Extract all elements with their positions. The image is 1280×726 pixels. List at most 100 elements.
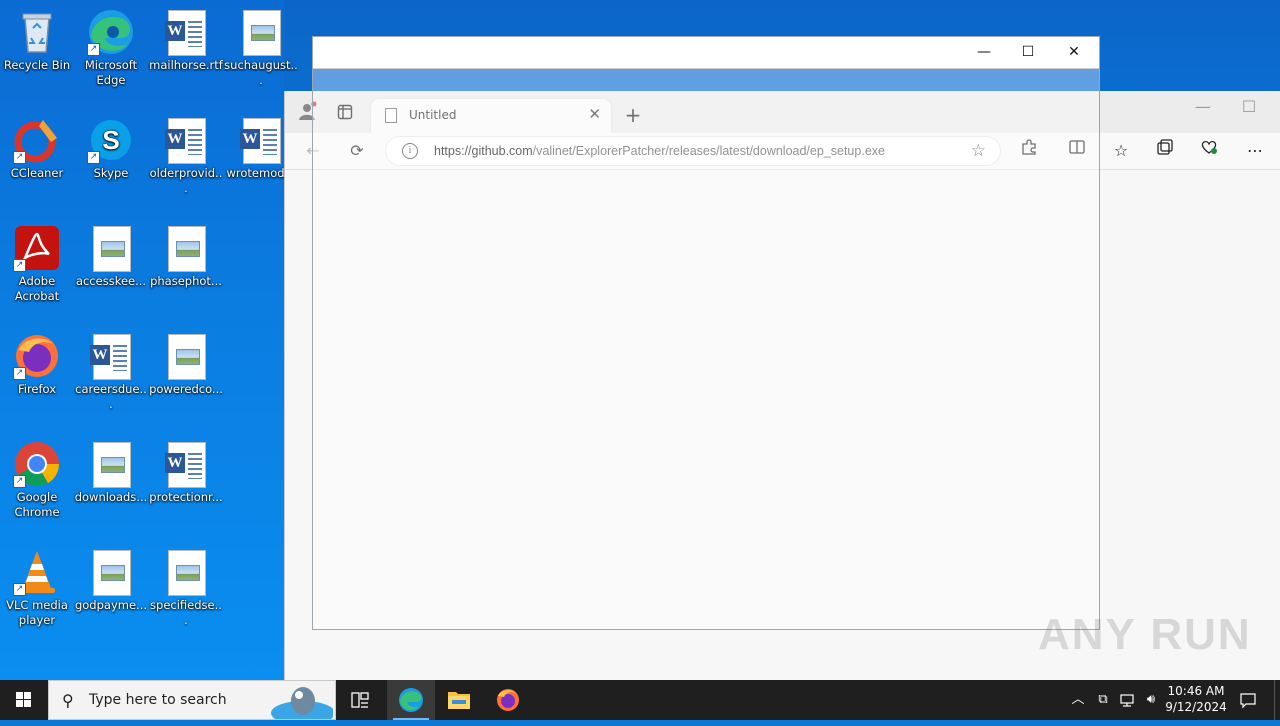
edge-icon: ↗ xyxy=(87,8,135,56)
desktop-icon-adobe-acrobat[interactable]: ↗ Adobe Acrobat xyxy=(0,224,74,304)
search-highlight-image xyxy=(271,687,333,719)
desktop-icon-label: mailhorse.rtf xyxy=(149,58,223,72)
taskbar-edge-button[interactable] xyxy=(387,680,435,720)
minimize-icon[interactable]: — xyxy=(1189,93,1217,121)
taskbar-firefox-button[interactable] xyxy=(484,680,532,720)
folder-icon xyxy=(448,692,470,709)
favorites-icon[interactable]: ☆ xyxy=(1107,137,1135,165)
taskbar-file-explorer-button[interactable] xyxy=(435,680,483,720)
adobe-acrobat-icon: ↗ xyxy=(13,224,61,272)
image-file-icon xyxy=(162,224,210,272)
watermark: ANY RUN xyxy=(1038,610,1252,659)
desktop-icon-label: specifiedse... xyxy=(150,598,222,627)
network-adapter-icon[interactable]: ⧉ xyxy=(1092,680,1114,720)
show-hidden-icons-chevron-icon[interactable]: ︿ xyxy=(1068,680,1088,720)
desktop-icon-label: Firefox xyxy=(17,382,57,396)
image-file-icon xyxy=(162,548,210,596)
desktop-icon-google-chrome[interactable]: ↗ Google Chrome xyxy=(0,440,74,520)
desktop-icon-label: phasephot... xyxy=(150,274,222,288)
clock-time: 10:46 AM xyxy=(1167,684,1225,698)
blank-window: — ☐ ✕ xyxy=(312,36,1100,630)
desktop-icon-label: careersdue... xyxy=(75,382,147,411)
volume-icon[interactable]: 🔊︎ xyxy=(1140,680,1162,720)
search-placeholder: Type here to search xyxy=(89,692,227,708)
desktop-icon-file[interactable]: suchaugust... xyxy=(224,8,298,88)
image-file-icon xyxy=(87,224,135,272)
maximize-icon[interactable]: ☐ xyxy=(1005,37,1051,68)
shortcut-arrow-icon: ↗ xyxy=(13,475,26,488)
collections-icon[interactable] xyxy=(1151,137,1179,165)
desktop-icon-label: CCleaner xyxy=(10,166,64,180)
image-file-icon xyxy=(87,440,135,488)
shortcut-arrow-icon: ↗ xyxy=(13,259,26,272)
desktop-icon-file[interactable]: accesskee... xyxy=(74,224,148,289)
image-file-icon xyxy=(162,332,210,380)
desktop-icon-file[interactable]: specifiedse... xyxy=(149,548,223,628)
desktop-icon-label: Recycle Bin xyxy=(3,58,71,72)
close-icon[interactable]: ✕ xyxy=(1051,37,1097,68)
desktop-icon-file[interactable]: phasephot... xyxy=(149,224,223,289)
desktop-icon-file[interactable]: W mailhorse.rtf xyxy=(149,8,223,73)
desktop-icon-recycle-bin[interactable]: Recycle Bin xyxy=(0,8,74,73)
clock-date: 9/12/2024 xyxy=(1165,700,1227,714)
desktop-icon-label: Adobe Acrobat xyxy=(14,274,60,303)
desktop-icon-firefox[interactable]: ↗ Firefox xyxy=(0,332,74,397)
window-titlebar[interactable]: — ☐ ✕ xyxy=(313,37,1099,69)
browser-essentials-icon[interactable] xyxy=(1195,137,1223,165)
shortcut-arrow-icon: ↗ xyxy=(13,151,26,164)
firefox-icon: ↗ xyxy=(13,332,61,380)
desktop-icon-label: olderprovid... xyxy=(149,166,223,195)
image-file-icon xyxy=(87,548,135,596)
show-desktop-button[interactable] xyxy=(1274,680,1280,720)
shortcut-arrow-icon: ↗ xyxy=(87,43,100,56)
desktop-icon-label: Microsoft Edge xyxy=(84,58,138,87)
windows-logo-icon xyxy=(16,692,31,707)
desktop-icon-label: Google Chrome xyxy=(14,490,60,519)
notifications-icon[interactable] xyxy=(1236,680,1260,720)
desktop-icon-label: suchaugust... xyxy=(224,58,298,87)
shortcut-arrow-icon: ↗ xyxy=(13,583,26,596)
taskbar: ⚲ Type here to search ︿ ⧉ 🔊︎ 10:46 AM 9/… xyxy=(0,680,1280,720)
start-button[interactable] xyxy=(0,680,48,720)
skype-icon: S ↗ xyxy=(87,116,135,164)
desktop-icon-ccleaner[interactable]: ↗ CCleaner xyxy=(0,116,74,181)
taskbar-search-box[interactable]: ⚲ Type here to search xyxy=(48,680,336,720)
desktop-icon-file[interactable]: poweredco... xyxy=(149,332,223,397)
network-icon[interactable] xyxy=(1116,680,1138,720)
desktop-icon-label: accesskee... xyxy=(75,274,147,288)
recycle-bin-icon xyxy=(13,8,61,56)
desktop-icon-label: godpayme... xyxy=(74,598,148,612)
desktop-icon-file[interactable]: W olderprovid... xyxy=(149,116,223,196)
desktop-icon-file[interactable]: W protectionr... xyxy=(149,440,223,505)
svg-text:S: S xyxy=(102,125,119,155)
desktop-icon-file[interactable]: W careersdue... xyxy=(74,332,148,412)
edge-icon xyxy=(399,688,423,712)
word-document-icon: W xyxy=(162,116,210,164)
image-file-icon xyxy=(237,8,285,56)
maximize-icon[interactable]: ☐ xyxy=(1235,93,1263,121)
shortcut-arrow-icon: ↗ xyxy=(13,367,26,380)
minimize-icon[interactable]: — xyxy=(961,37,1007,68)
desktop-icon-label: protectionr... xyxy=(149,490,223,504)
desktop-icon-label: downloads... xyxy=(74,490,148,504)
chrome-icon: ↗ xyxy=(13,440,61,488)
word-document-icon: W xyxy=(162,440,210,488)
desktop-icon-label: Skype xyxy=(93,166,129,180)
desktop-icon-label: VLC media player xyxy=(6,598,68,627)
shortcut-arrow-icon: ↗ xyxy=(87,151,100,164)
task-view-button[interactable] xyxy=(336,680,384,720)
clock[interactable]: 10:46 AM 9/12/2024 xyxy=(1160,683,1232,715)
desktop-icon-file[interactable]: downloads... xyxy=(74,440,148,505)
desktop-icon-microsoft-edge[interactable]: ↗ Microsoft Edge xyxy=(74,8,148,88)
desktop-icon-file[interactable]: godpayme... xyxy=(74,548,148,613)
word-document-icon: W xyxy=(87,332,135,380)
firefox-icon xyxy=(497,689,519,711)
more-options-icon[interactable]: ⋯ xyxy=(1241,137,1269,165)
word-document-icon: W xyxy=(237,116,285,164)
search-icon: ⚲ xyxy=(62,691,74,710)
desktop-icon-vlc[interactable]: ↗ VLC media player xyxy=(0,548,74,628)
vlc-cone-icon: ↗ xyxy=(13,548,61,596)
desktop-icon-skype[interactable]: S ↗ Skype xyxy=(74,116,148,181)
desktop-icon-label: poweredco... xyxy=(149,382,223,396)
ccleaner-icon: ↗ xyxy=(13,116,61,164)
